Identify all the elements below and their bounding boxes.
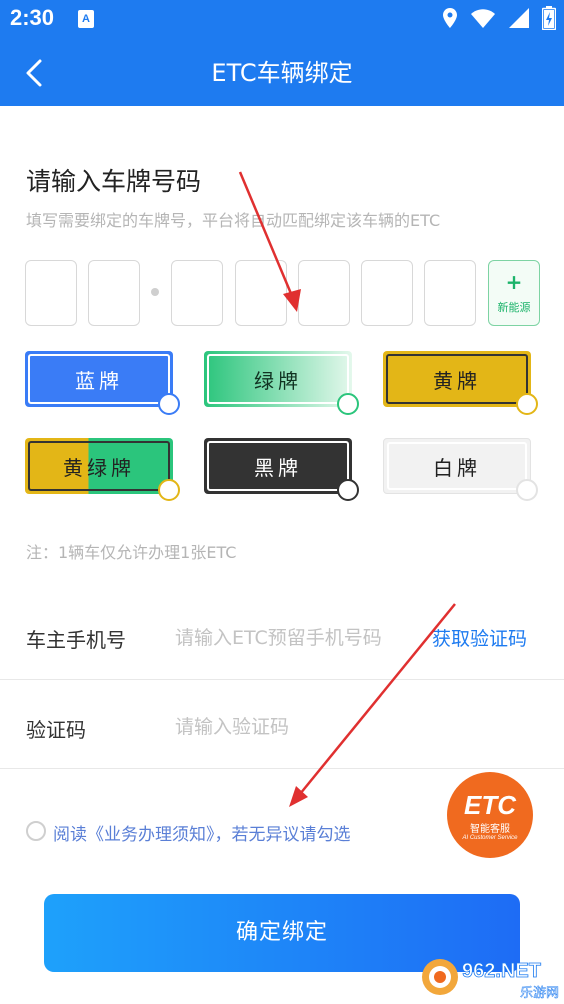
- plate-color-white[interactable]: 白牌: [383, 438, 531, 494]
- new-energy-plate-button[interactable]: + 新能源: [488, 260, 540, 326]
- plate-color-black[interactable]: 黑牌: [204, 438, 352, 494]
- plate-color-radio-black[interactable]: [337, 479, 359, 501]
- plate-section-title: 请输入车牌号码: [26, 167, 202, 196]
- watermark-sub: 乐游网: [520, 986, 559, 1001]
- plate-char-input-6[interactable]: [361, 260, 413, 326]
- divider: [0, 679, 564, 680]
- plate-separator-dot: [151, 288, 159, 296]
- divider: [0, 768, 564, 769]
- phone-input[interactable]: 请输入ETC预留手机号码: [175, 623, 382, 650]
- agreement-checkbox[interactable]: [26, 821, 46, 841]
- plate-color-label: 白牌: [433, 455, 481, 480]
- plus-icon: +: [505, 270, 523, 294]
- plate-char-input-7[interactable]: [424, 260, 476, 326]
- plate-char-input-2[interactable]: [88, 260, 140, 326]
- plate-char-input-4[interactable]: [235, 260, 287, 326]
- agreement-link[interactable]: 阅读《业务办理须知》，若无异议请勾选: [53, 820, 351, 845]
- status-icons: [442, 6, 556, 30]
- plate-color-label: 黄绿牌: [63, 455, 135, 480]
- plate-color-blue[interactable]: 蓝牌: [25, 351, 173, 407]
- code-label: 验证码: [26, 718, 86, 742]
- plate-color-radio-yellow[interactable]: [516, 393, 538, 415]
- watermark-logo: 962.NET 乐游网: [420, 952, 560, 1002]
- page-title: ETC车辆绑定: [211, 59, 353, 87]
- plate-note: 注：1辆车仅允许办理1张ETC: [26, 543, 237, 562]
- location-icon: [443, 8, 457, 28]
- plate-section-subtitle: 填写需要绑定的车牌号，平台将自动匹配绑定该车辆的ETC: [26, 211, 441, 230]
- status-time: 2:30: [10, 5, 55, 30]
- plate-color-yellow[interactable]: 黄牌: [383, 351, 531, 407]
- new-energy-label: 新能源: [497, 301, 531, 314]
- signal-icon: [509, 8, 529, 28]
- plate-color-green[interactable]: 绿牌: [204, 351, 352, 407]
- plate-color-radio-yellow-green[interactable]: [158, 479, 180, 501]
- wifi-icon: [471, 9, 495, 29]
- ai-customer-service-button[interactable]: ETC 智能客服 AI Customer Service: [447, 772, 533, 858]
- service-label: 智能客服: [470, 824, 510, 835]
- notification-icon: A: [78, 10, 94, 28]
- plate-char-input-5[interactable]: [298, 260, 350, 326]
- etc-logo: ETC: [464, 790, 516, 820]
- status-bar: 2:30 A: [0, 0, 564, 40]
- plate-char-input-1[interactable]: [25, 260, 77, 326]
- plate-color-label: 黑牌: [254, 455, 302, 480]
- plate-color-yellow-green[interactable]: 黄绿牌: [25, 438, 173, 494]
- get-code-button[interactable]: 获取验证码: [432, 624, 527, 651]
- plate-color-label: 黄牌: [433, 368, 481, 393]
- plate-char-input-3[interactable]: [171, 260, 223, 326]
- header: ETC车辆绑定: [0, 40, 564, 106]
- code-input[interactable]: 请输入验证码: [175, 712, 289, 739]
- watermark-main: 962.NET: [462, 960, 541, 982]
- plate-color-radio-blue[interactable]: [158, 393, 180, 415]
- plate-color-radio-green[interactable]: [337, 393, 359, 415]
- battery-icon: [542, 6, 556, 30]
- plate-color-label: 绿牌: [254, 368, 302, 393]
- plate-color-radio-white[interactable]: [516, 479, 538, 501]
- phone-label: 车主手机号: [26, 628, 126, 652]
- service-english-label: AI Customer Service: [462, 835, 518, 841]
- plate-color-label: 蓝牌: [75, 368, 123, 393]
